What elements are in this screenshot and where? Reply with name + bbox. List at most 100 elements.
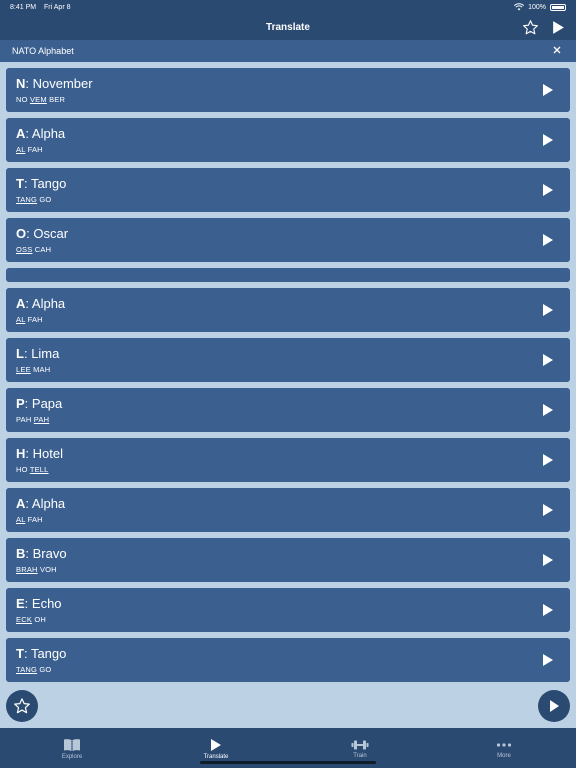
play-icon[interactable] <box>542 503 554 517</box>
word-letter: A <box>16 496 26 511</box>
play-fab[interactable] <box>538 690 570 722</box>
word-pronunciation: TANG GO <box>16 195 560 204</box>
status-date: Fri Apr 8 <box>44 3 71 11</box>
word-separator-colon: : <box>25 446 33 461</box>
word-card[interactable]: T: Tango TANG GO <box>6 638 570 682</box>
word-card[interactable]: A: Alpha AL FAH <box>6 288 570 332</box>
play-icon[interactable] <box>542 603 554 617</box>
stressed-syllable: PAH <box>33 415 50 424</box>
word-separator <box>6 268 570 282</box>
word-letter: T <box>16 176 24 191</box>
syllable: FAH <box>27 145 43 154</box>
word-title: A: Alpha <box>16 126 560 142</box>
word-card[interactable]: N: November NO VEM BER <box>6 68 570 112</box>
word-name: Echo <box>31 596 62 611</box>
word-card[interactable]: T: Tango TANG GO <box>6 168 570 212</box>
play-icon <box>550 700 559 712</box>
star-icon <box>14 698 30 714</box>
word-name: Papa <box>31 396 63 411</box>
word-card[interactable]: E: Echo ECK OH <box>6 588 570 632</box>
stressed-syllable: AL <box>16 515 26 524</box>
word-list: N: November NO VEM BER A: Alpha AL FAH T: Ta… <box>6 68 570 688</box>
favorite-fab[interactable] <box>6 690 38 722</box>
word-pronunciation: TANG GO <box>16 665 560 674</box>
word-letter: B <box>16 546 26 561</box>
favorite-button[interactable] <box>520 17 540 37</box>
word-letter: A <box>16 126 26 141</box>
wifi-icon <box>514 3 525 11</box>
tab-more[interactable]: More <box>432 728 576 768</box>
play-icon[interactable] <box>542 553 554 567</box>
syllable: FAH <box>27 315 43 324</box>
tab-bar: Explore Translate Train More <box>0 728 576 768</box>
book-icon <box>64 739 80 751</box>
tab-label: Translate <box>203 754 229 760</box>
play-icon[interactable] <box>542 233 554 247</box>
word-title: A: Alpha <box>16 496 560 512</box>
nav-bar: Translate <box>0 14 576 40</box>
word-letter: L <box>16 346 24 361</box>
stressed-syllable: VEM <box>29 95 47 104</box>
word-pronunciation: ECK OH <box>16 615 560 624</box>
syllable: GO <box>39 195 52 204</box>
word-card[interactable]: L: Lima LEE MAH <box>6 338 570 382</box>
alphabet-header: NATO Alphabet <box>0 40 576 62</box>
play-icon[interactable] <box>542 403 554 417</box>
syllable: HO <box>16 465 28 474</box>
word-title: T: Tango <box>16 176 560 192</box>
status-left: 8:41 PM Fri Apr 8 <box>10 4 76 11</box>
stressed-syllable: TANG <box>16 665 38 674</box>
word-card[interactable]: H: Hotel HO TELL <box>6 438 570 482</box>
word-name: Hotel <box>32 446 63 461</box>
play-icon[interactable] <box>542 453 554 467</box>
word-letter: A <box>16 296 26 311</box>
word-name: Tango <box>30 646 67 661</box>
word-card[interactable]: P: Papa PAH PAH <box>6 388 570 432</box>
word-pronunciation: BRAH VOH <box>16 565 560 574</box>
play-all-button[interactable] <box>548 17 568 37</box>
word-pronunciation: NO VEM BER <box>16 95 560 104</box>
word-pronunciation: AL FAH <box>16 515 560 524</box>
play-icon[interactable] <box>542 353 554 367</box>
play-icon <box>552 20 564 34</box>
play-icon[interactable] <box>542 303 554 317</box>
word-card[interactable]: B: Bravo BRAH VOH <box>6 538 570 582</box>
syllable: BER <box>49 95 66 104</box>
battery-icon <box>550 3 566 11</box>
word-pronunciation: HO TELL <box>16 465 560 474</box>
play-icon[interactable] <box>542 653 554 667</box>
play-icon[interactable] <box>542 133 554 147</box>
syllable: GO <box>39 665 52 674</box>
alphabet-label: NATO Alphabet <box>12 46 74 56</box>
status-bar: 8:41 PM Fri Apr 8 100% <box>0 0 576 14</box>
stressed-syllable: BRAH <box>16 565 38 574</box>
status-right: 100% <box>514 3 566 11</box>
word-name: Alpha <box>31 126 66 141</box>
play-icon <box>211 739 221 751</box>
play-icon[interactable] <box>542 83 554 97</box>
status-time: 8:41 PM <box>10 3 37 11</box>
play-icon[interactable] <box>542 183 554 197</box>
stressed-syllable: TANG <box>16 195 38 204</box>
word-card[interactable]: O: Oscar OSS CAH <box>6 218 570 262</box>
word-letter: N <box>16 76 26 91</box>
stressed-syllable: TELL <box>29 465 49 474</box>
word-name: Alpha <box>31 296 66 311</box>
ellipsis-icon <box>496 743 512 747</box>
dumbbell-icon <box>351 740 369 750</box>
word-card[interactable]: A: Alpha AL FAH <box>6 118 570 162</box>
word-title: B: Bravo <box>16 546 560 562</box>
word-separator-colon: : <box>25 546 33 561</box>
word-pronunciation: AL FAH <box>16 315 560 324</box>
word-title: L: Lima <box>16 346 560 362</box>
word-separator-colon: : <box>25 76 33 91</box>
word-letter: T <box>16 646 24 661</box>
tab-explore[interactable]: Explore <box>0 728 144 768</box>
close-icon <box>553 46 561 54</box>
word-card[interactable]: A: Alpha AL FAH <box>6 488 570 532</box>
syllable: NO <box>16 95 28 104</box>
close-button[interactable] <box>550 45 564 57</box>
stressed-syllable: AL <box>16 145 26 154</box>
word-title: P: Papa <box>16 396 560 412</box>
stressed-syllable: OSS <box>16 245 33 254</box>
